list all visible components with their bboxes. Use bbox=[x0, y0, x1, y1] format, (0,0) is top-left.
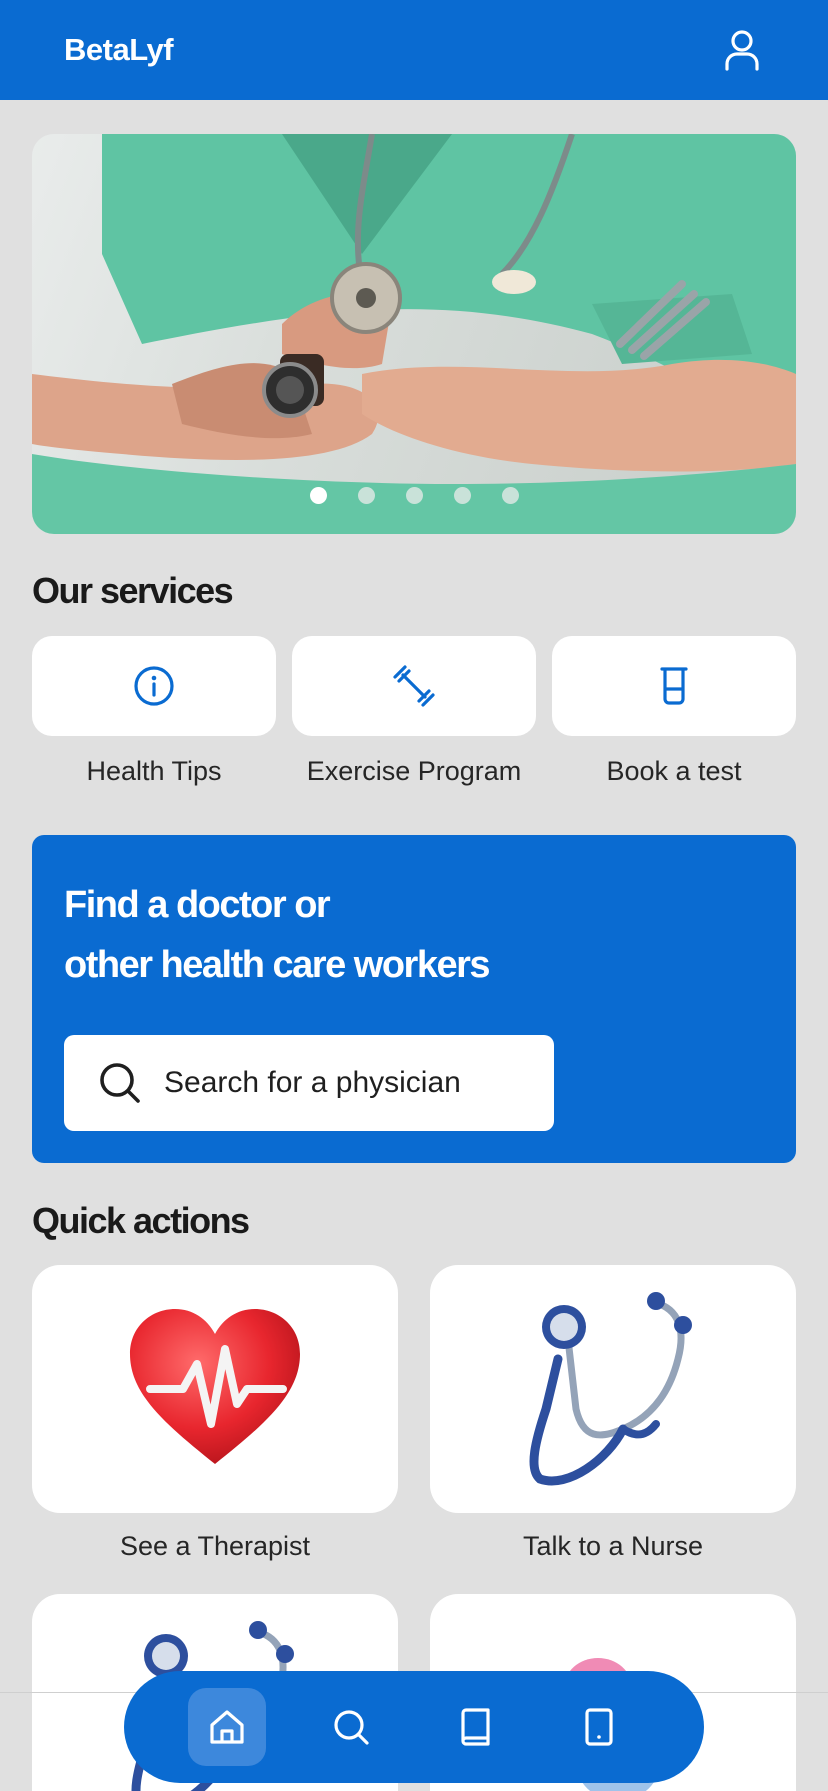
service-exercise-program[interactable]: Exercise Program bbox=[292, 636, 536, 787]
service-card bbox=[292, 636, 536, 736]
book-icon bbox=[461, 1708, 490, 1746]
app-brand: BetaLyf bbox=[64, 32, 174, 67]
service-card bbox=[552, 636, 796, 736]
quick-action-card bbox=[32, 1265, 398, 1513]
search-icon bbox=[100, 1063, 140, 1103]
tablet-icon bbox=[585, 1708, 613, 1746]
quick-action-label: See a Therapist bbox=[119, 1531, 311, 1561]
carousel-dot-5[interactable] bbox=[501, 487, 519, 504]
user-icon bbox=[725, 30, 759, 71]
search-icon bbox=[334, 1710, 369, 1745]
quick-action-card bbox=[430, 1265, 796, 1513]
quick-action-see-therapist[interactable]: See a Therapist bbox=[32, 1265, 398, 1562]
app-header: BetaLyf bbox=[0, 0, 828, 100]
services-title: Our services bbox=[32, 570, 234, 611]
nav-home[interactable] bbox=[188, 1688, 266, 1766]
service-label: Health Tips bbox=[86, 756, 222, 786]
bottom-nav bbox=[124, 1671, 704, 1783]
physician-search-input[interactable]: Search for a physician bbox=[64, 1035, 554, 1131]
service-book-a-test[interactable]: Book a test bbox=[552, 636, 796, 787]
nav-search[interactable] bbox=[312, 1688, 390, 1766]
service-health-tips[interactable]: Health Tips bbox=[32, 636, 276, 787]
hero-carousel[interactable] bbox=[32, 134, 796, 534]
quick-action-talk-nurse[interactable]: Talk to a Nurse bbox=[430, 1265, 796, 1562]
find-doctor-panel: Find a doctor or other health care worke… bbox=[32, 835, 796, 1163]
carousel-dot-4[interactable] bbox=[453, 487, 471, 504]
info-icon bbox=[134, 666, 174, 706]
hero-image bbox=[32, 134, 796, 534]
carousel-dot-3[interactable] bbox=[405, 487, 423, 504]
carousel-dot-1[interactable] bbox=[309, 487, 327, 504]
services-list: Health Tips Exercise Program Book a test bbox=[32, 636, 796, 787]
dumbbell-icon bbox=[393, 665, 435, 707]
quick-actions-title: Quick actions bbox=[32, 1200, 250, 1241]
nav-library[interactable] bbox=[436, 1688, 514, 1766]
find-doctor-title-line1: Find a doctor or bbox=[64, 884, 331, 926]
home-icon bbox=[210, 1710, 244, 1744]
test-tube-icon bbox=[660, 667, 688, 705]
carousel-dot-2[interactable] bbox=[357, 487, 375, 504]
quick-action-label: Talk to a Nurse bbox=[522, 1531, 704, 1561]
service-card bbox=[32, 636, 276, 736]
stethoscope-icon bbox=[529, 1292, 692, 1486]
profile-button[interactable] bbox=[720, 28, 764, 72]
service-label: Exercise Program bbox=[306, 756, 522, 786]
heart-pulse-icon bbox=[130, 1309, 300, 1464]
carousel-dots bbox=[32, 487, 796, 504]
search-placeholder: Search for a physician bbox=[164, 1066, 461, 1099]
nav-device[interactable] bbox=[560, 1688, 638, 1766]
find-doctor-title-line2: other health care workers bbox=[64, 944, 491, 986]
service-label: Book a test bbox=[606, 756, 742, 786]
